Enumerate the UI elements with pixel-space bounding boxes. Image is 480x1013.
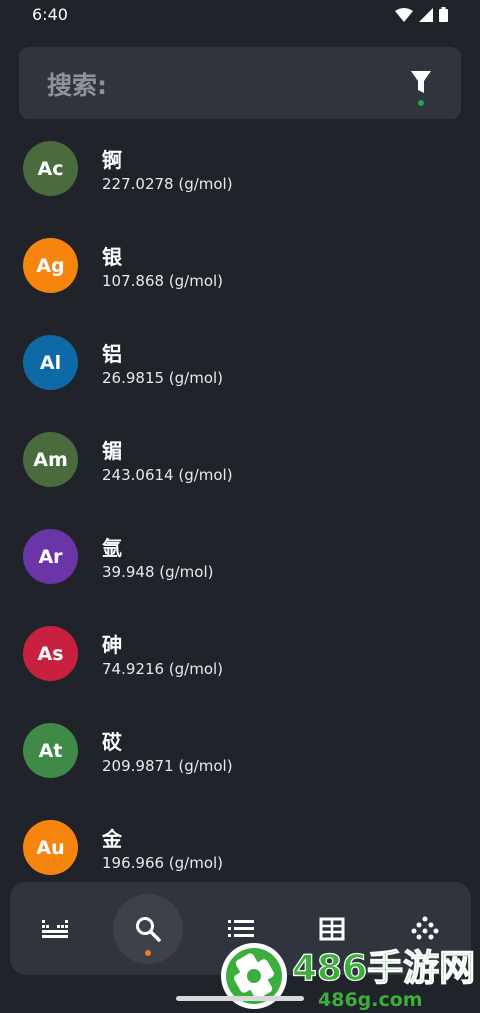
element-symbol-avatar: Au	[23, 820, 78, 875]
battery-icon	[439, 7, 448, 22]
element-mass: 209.9871 (g/mol)	[102, 757, 233, 775]
element-name: 金	[102, 827, 122, 851]
element-symbol-avatar: Ag	[23, 238, 78, 293]
home-indicator[interactable]	[176, 996, 304, 1001]
filter-button[interactable]	[403, 67, 439, 107]
nav-active-dot	[145, 950, 151, 956]
watermark-brand: 486手游网	[292, 948, 475, 989]
element-symbol-avatar: At	[23, 723, 78, 778]
element-row[interactable]: At 砹 209.9871 (g/mol)	[0, 714, 480, 811]
element-row[interactable]: Ac 锕 227.0278 (g/mol)	[0, 132, 480, 229]
element-name: 镅	[102, 439, 122, 463]
element-row[interactable]: Am 镅 243.0614 (g/mol)	[0, 423, 480, 520]
element-symbol-avatar: Al	[23, 335, 78, 390]
element-name: 锕	[102, 148, 122, 172]
element-row[interactable]: Ag 银 107.868 (g/mol)	[0, 229, 480, 326]
element-mass: 243.0614 (g/mol)	[102, 466, 233, 484]
element-row[interactable]: Au 金 196.966 (g/mol)	[0, 811, 480, 882]
element-mass: 74.9216 (g/mol)	[102, 660, 224, 678]
element-symbol-avatar: Ac	[23, 141, 78, 196]
search-bar[interactable]: 搜索:	[19, 47, 461, 119]
search-icon	[136, 917, 161, 942]
element-mass: 26.9815 (g/mol)	[102, 369, 224, 387]
element-mass: 39.948 (g/mol)	[102, 563, 214, 581]
signal-icon	[419, 7, 433, 22]
filter-icon	[411, 71, 431, 93]
element-name: 银	[102, 245, 122, 269]
element-name: 砷	[102, 633, 122, 657]
watermark-url: 486g.com	[318, 989, 423, 1011]
status-time: 6:40	[32, 5, 68, 24]
nav-search[interactable]	[113, 894, 183, 964]
element-row[interactable]: Al 铝 26.9815 (g/mol)	[0, 326, 480, 423]
element-list: Ac 锕 227.0278 (g/mol) Ag 银 107.868 (g/mol) Al 铝…	[0, 132, 480, 882]
element-mass: 107.868 (g/mol)	[102, 272, 224, 290]
element-mass: 196.966 (g/mol)	[102, 854, 224, 872]
watermark: 486手游网 486g.com	[218, 938, 480, 1013]
element-symbol-avatar: Am	[23, 432, 78, 487]
element-name: 氩	[102, 536, 122, 560]
app-screen: 6:40 搜索: Ac 锕 227.0278 (g/mol) Ag 银 107.868 (…	[0, 0, 480, 1013]
status-icons	[395, 7, 448, 22]
wifi-icon	[395, 7, 413, 22]
watermark-logo: 486手游网 486g.com	[221, 943, 476, 1011]
element-row[interactable]: Ar 氩 39.948 (g/mol)	[0, 520, 480, 617]
element-symbol-avatar: Ar	[23, 529, 78, 584]
element-name: 铝	[102, 342, 122, 366]
element-symbol-avatar: As	[23, 626, 78, 681]
element-row[interactable]: As 砷 74.9216 (g/mol)	[0, 617, 480, 714]
filter-status-dot	[418, 100, 424, 106]
element-name: 砹	[102, 730, 122, 754]
search-label: 搜索:	[47, 71, 107, 100]
periodic-table-icon	[42, 920, 68, 938]
nav-periodic-table[interactable]	[20, 894, 90, 964]
element-mass: 227.0278 (g/mol)	[102, 175, 233, 193]
status-bar: 6:40	[0, 0, 480, 32]
